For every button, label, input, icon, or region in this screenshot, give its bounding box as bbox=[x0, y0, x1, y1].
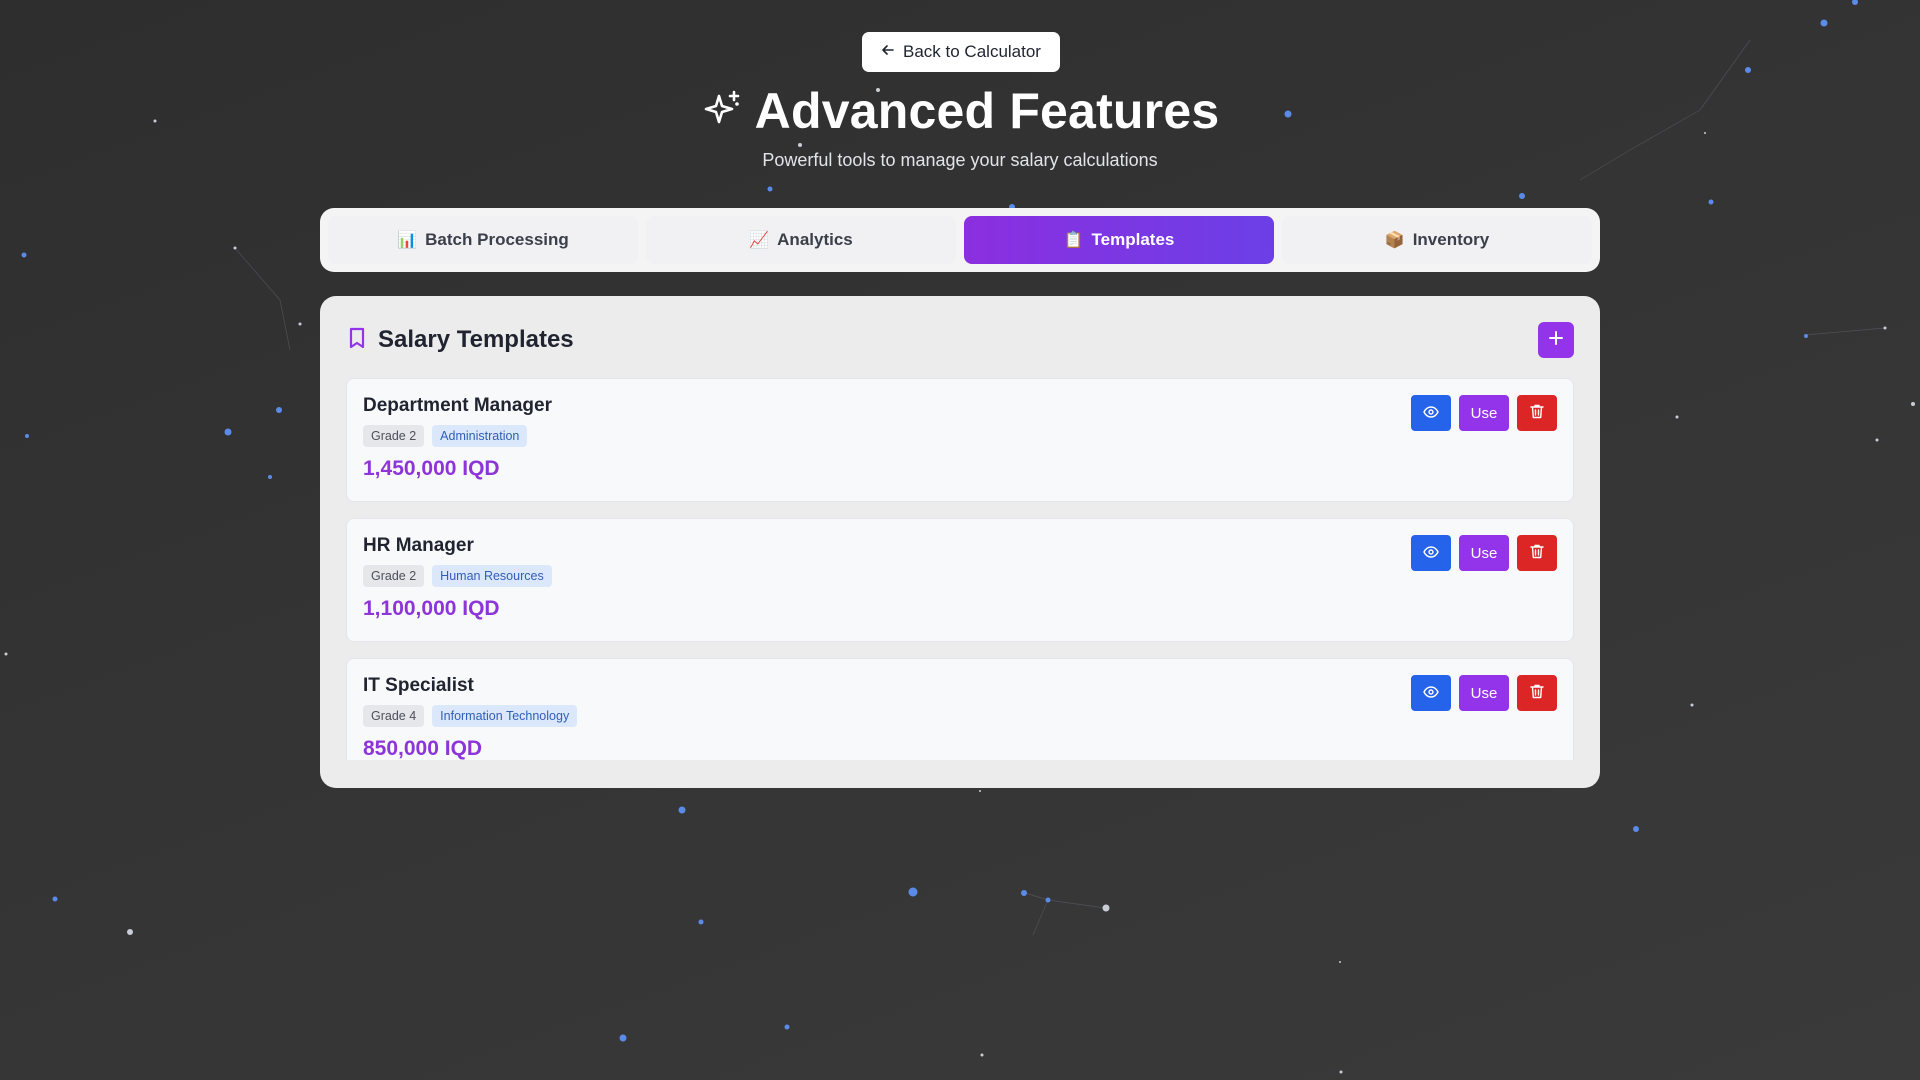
template-amount: 850,000 IQD bbox=[363, 737, 483, 760]
tab-inventory[interactable]: 📦 Inventory bbox=[1282, 216, 1592, 264]
view-template-button[interactable] bbox=[1411, 395, 1451, 431]
grade-badge: Grade 2 bbox=[363, 565, 425, 587]
feature-tabs: 📊 Batch Processing 📈 Analytics 📋 Templat… bbox=[320, 208, 1600, 272]
tab-label: Inventory bbox=[1412, 230, 1490, 249]
template-actions: Use bbox=[1411, 395, 1557, 431]
sparkles-icon bbox=[701, 88, 743, 135]
page-subtitle: Powerful tools to manage your salary cal… bbox=[762, 150, 1158, 170]
tab-label: Templates bbox=[1091, 230, 1175, 249]
trash-icon bbox=[1530, 404, 1544, 423]
template-name: HR Manager bbox=[363, 535, 474, 556]
eye-icon bbox=[1423, 685, 1439, 702]
eye-icon bbox=[1423, 545, 1439, 562]
page-header: Advanced Features bbox=[0, 80, 1920, 142]
grade-badge: Grade 2 bbox=[363, 425, 425, 447]
trash-icon bbox=[1530, 544, 1544, 563]
template-amount: 1,450,000 IQD bbox=[363, 457, 500, 480]
template-card: IT Specialist Grade 4 Information Techno… bbox=[346, 658, 1574, 760]
template-name: IT Specialist bbox=[363, 675, 474, 696]
template-tags: Grade 4 Information Technology bbox=[363, 705, 1557, 727]
use-template-button[interactable]: Use bbox=[1459, 535, 1509, 571]
template-actions: Use bbox=[1411, 535, 1557, 571]
trash-icon bbox=[1530, 684, 1544, 703]
template-actions: Use bbox=[1411, 675, 1557, 711]
delete-template-button[interactable] bbox=[1517, 535, 1557, 571]
template-card: HR Manager Grade 2 Human Resources 1,100… bbox=[346, 518, 1574, 642]
template-card: Department Manager Grade 2 Administratio… bbox=[346, 378, 1574, 502]
arrow-left-icon bbox=[881, 43, 895, 61]
tab-batch-processing[interactable]: 📊 Batch Processing bbox=[328, 216, 638, 264]
template-tags: Grade 2 Administration bbox=[363, 425, 1557, 447]
trend-chart-icon: 📈 bbox=[749, 232, 770, 249]
department-badge: Human Resources bbox=[432, 565, 552, 587]
tab-templates[interactable]: 📋 Templates bbox=[964, 216, 1274, 264]
bookmark-icon bbox=[346, 326, 368, 355]
grade-badge: Grade 4 bbox=[363, 705, 425, 727]
plus-icon bbox=[1548, 330, 1564, 351]
view-template-button[interactable] bbox=[1411, 535, 1451, 571]
bar-chart-icon: 📊 bbox=[397, 232, 418, 249]
tab-label: Analytics bbox=[777, 230, 853, 249]
panel-header: Salary Templates bbox=[346, 320, 1574, 360]
view-template-button[interactable] bbox=[1411, 675, 1451, 711]
department-badge: Information Technology bbox=[432, 705, 578, 727]
template-tags: Grade 2 Human Resources bbox=[363, 565, 1557, 587]
delete-template-button[interactable] bbox=[1517, 395, 1557, 431]
tab-analytics[interactable]: 📈 Analytics bbox=[646, 216, 956, 264]
page-title: Advanced Features bbox=[754, 83, 1220, 139]
use-template-button[interactable]: Use bbox=[1459, 395, 1509, 431]
templates-list: Department Manager Grade 2 Administratio… bbox=[346, 378, 1574, 760]
salary-templates-panel: Salary Templates Department Manager Grad… bbox=[320, 296, 1600, 788]
template-amount: 1,100,000 IQD bbox=[363, 597, 500, 620]
use-template-button[interactable]: Use bbox=[1459, 675, 1509, 711]
delete-template-button[interactable] bbox=[1517, 675, 1557, 711]
tab-label: Batch Processing bbox=[425, 230, 569, 249]
template-name: Department Manager bbox=[363, 395, 552, 416]
department-badge: Administration bbox=[432, 425, 528, 447]
panel-title-group: Salary Templates bbox=[346, 326, 574, 355]
back-to-calculator-button[interactable]: Back to Calculator bbox=[862, 32, 1060, 72]
clipboard-icon: 📋 bbox=[1063, 232, 1084, 249]
back-button-label: Back to Calculator bbox=[903, 42, 1041, 61]
eye-icon bbox=[1423, 405, 1439, 422]
panel-title: Salary Templates bbox=[378, 326, 574, 353]
add-template-button[interactable] bbox=[1538, 322, 1574, 358]
package-icon: 📦 bbox=[1384, 232, 1405, 249]
